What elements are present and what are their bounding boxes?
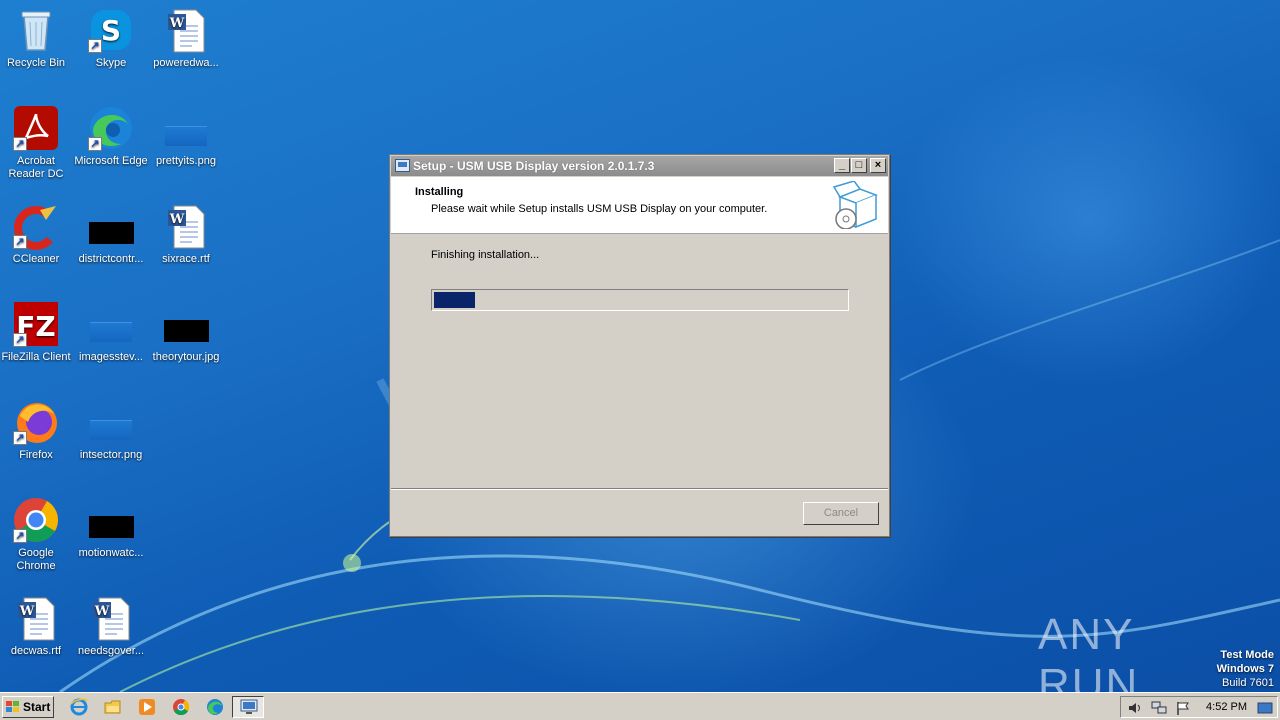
shortcut-arrow-icon: ↗ [13,235,27,249]
action-center-flag-icon[interactable] [1175,700,1191,716]
word-document-icon: W [162,202,210,250]
shortcut-arrow-icon: ↗ [13,137,27,151]
edge-icon: ↗ [87,104,135,152]
desktop-icon-intsector[interactable]: intsector.png [73,398,149,462]
internet-explorer-icon[interactable] [70,698,88,716]
header-subtitle: Please wait while Setup installs USM USB… [431,203,768,215]
chrome-icon[interactable] [172,698,190,716]
anyrun-watermark: ANY RUN [1038,610,1140,692]
desktop-icon-chrome[interactable]: ↗ Google Chrome [0,496,74,573]
desktop-icon-districtcontr[interactable]: districtcontr... [73,202,149,266]
shortcut-arrow-icon: ↗ [88,137,102,151]
desktop-icon-recycle-bin[interactable]: Recycle Bin [0,6,74,70]
setup-app-icon [395,159,410,172]
image-file-icon [87,300,135,348]
desktop-icon-needsgover[interactable]: W needsgover... [73,594,149,658]
taskbar: Start 4:52 PM [0,692,1280,720]
desktop-icon-edge[interactable]: ↗ Microsoft Edge [73,104,149,168]
shortcut-arrow-icon: ↗ [13,431,27,445]
chrome-icon: ↗ [12,496,60,544]
header-title: Installing [415,186,464,198]
image-file-icon [162,104,210,152]
svg-text:S: S [101,14,121,47]
word-document-icon: W [12,594,60,642]
desktop-icon-filezilla[interactable]: FZ ↗ FileZilla Client [0,300,74,364]
dialog-titlebar[interactable]: Setup - USM USB Display version 2.0.1.7.… [391,156,888,176]
image-file-icon [87,398,135,446]
desktop-icon-prettyits[interactable]: prettyits.png [148,104,224,168]
install-progress-bar [431,289,849,311]
svg-text:W: W [19,604,35,619]
recycle-bin-icon [12,6,60,54]
clock[interactable]: 4:52 PM [1206,701,1247,713]
desktop-icon-theorytour[interactable]: theorytour.jpg [148,300,224,364]
skype-icon: S ↗ [87,6,135,54]
dialog-title: Setup - USM USB Display version 2.0.1.7.… [413,159,655,173]
progress-fill [434,292,476,308]
filezilla-icon: FZ ↗ [12,300,60,348]
word-document-icon: W [162,6,210,54]
cancel-button[interactable]: Cancel [803,502,879,525]
desktop-icon-motionwatc[interactable]: motionwatc... [73,496,149,560]
image-file-icon [162,300,210,348]
svg-text:W: W [94,604,110,619]
desktop-icon-acrobat[interactable]: ↗ Acrobat Reader DC [0,104,74,181]
dialog-header: Installing Please wait while Setup insta… [391,177,888,234]
desktop-icon-sixrace[interactable]: W sixrace.rtf [148,202,224,266]
network-icon[interactable] [1151,700,1167,716]
ccleaner-icon: ↗ [12,202,60,250]
explorer-folder-icon[interactable] [104,698,122,716]
windows-logo-icon [6,701,19,712]
desktop-icon-poweredwa[interactable]: W poweredwa... [148,6,224,70]
taskbar-setup-window[interactable] [232,696,264,718]
acrobat-reader-icon: ↗ [12,104,60,152]
desktop-icon-skype[interactable]: S ↗ Skype [73,6,149,70]
desktop-icon-firefox[interactable]: ↗ Firefox [0,398,74,462]
start-button[interactable]: Start [2,696,54,718]
shortcut-arrow-icon: ↗ [13,333,27,347]
dialog-separator [391,488,888,490]
show-desktop-icon[interactable] [1257,700,1273,716]
image-file-icon [87,202,135,250]
media-player-icon[interactable] [138,698,156,716]
image-file-icon [87,496,135,544]
system-tray: 4:52 PM [1120,696,1278,718]
close-button[interactable]: × [870,158,886,173]
shortcut-arrow-icon: ↗ [88,39,102,53]
setup-dialog: Setup - USM USB Display version 2.0.1.7.… [389,154,890,537]
svg-text:W: W [169,16,185,31]
maximize-button[interactable]: □ [851,158,867,173]
minimize-button[interactable]: _ [834,158,850,173]
status-text: Finishing installation... [431,249,540,261]
desktop-icon-ccleaner[interactable]: ↗ CCleaner [0,202,74,266]
shortcut-arrow-icon: ↗ [13,529,27,543]
test-mode-label: Test Mode Windows 7 Build 7601 [1216,649,1274,689]
desktop-icon-imagesstev[interactable]: imagesstev... [73,300,149,364]
speaker-icon[interactable] [1127,700,1143,716]
word-document-icon: W [87,594,135,642]
setup-app-icon [240,699,258,714]
firefox-icon: ↗ [12,398,60,446]
edge-icon[interactable] [206,698,224,716]
install-box-icon [832,180,880,230]
desktop-icon-decwas[interactable]: W decwas.rtf [0,594,74,658]
svg-text:W: W [169,212,185,227]
